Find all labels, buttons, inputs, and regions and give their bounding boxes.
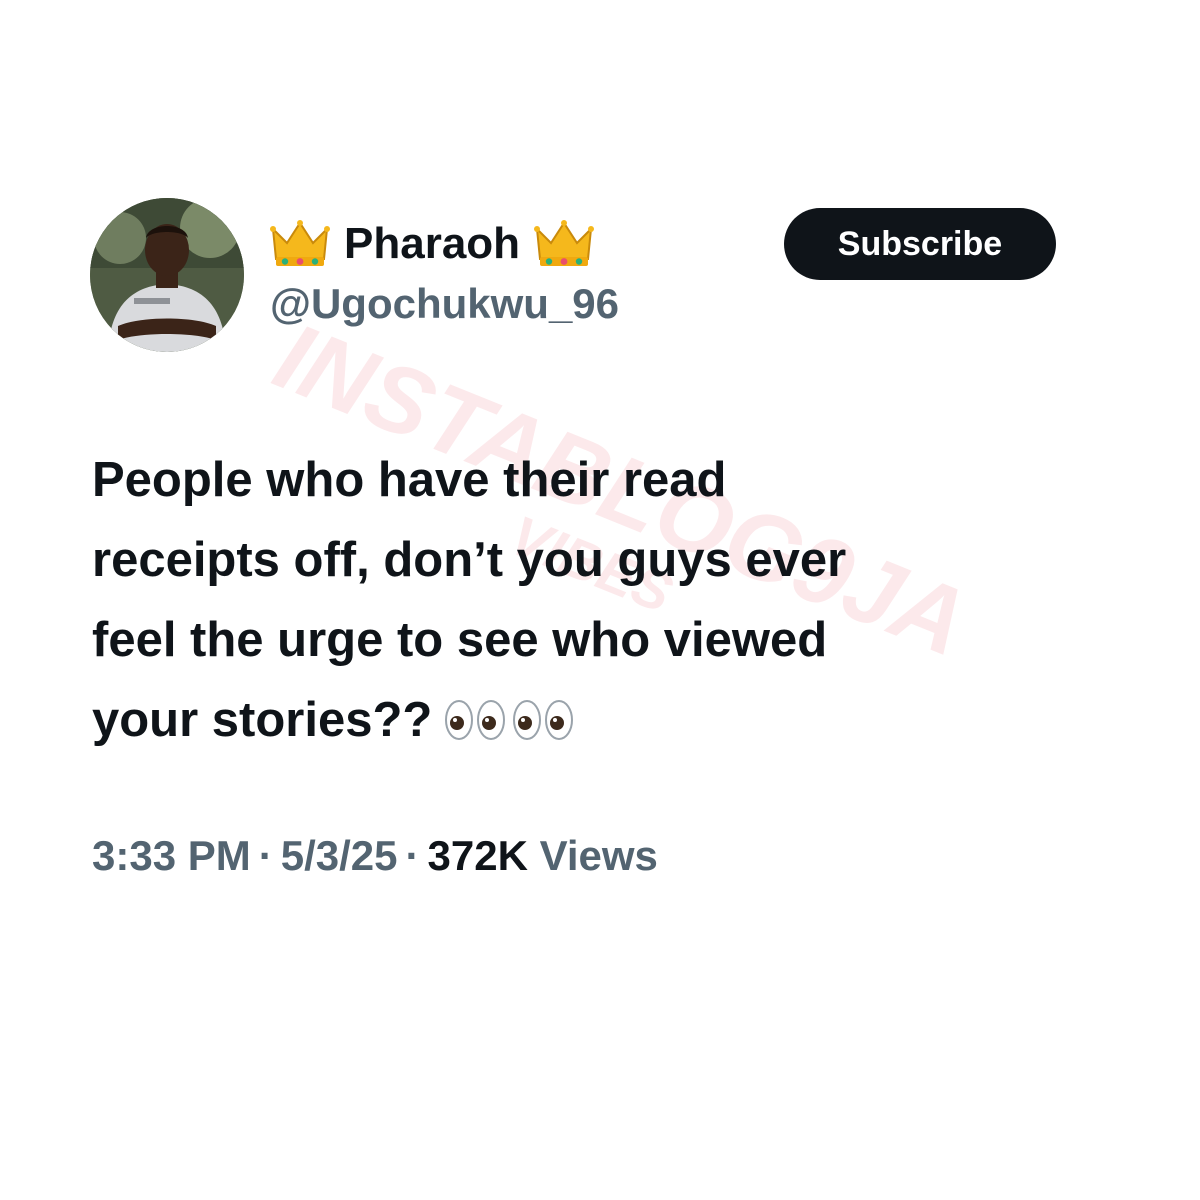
tweet-date[interactable]: 5/3/25	[281, 832, 398, 879]
display-name-text: Pharaoh	[344, 219, 521, 268]
tweet-line: feel the urge to see who viewed	[92, 613, 828, 667]
meta-separator: ·	[258, 832, 273, 879]
profile-photo-icon	[90, 198, 244, 352]
eyes-emoji-group	[444, 698, 574, 742]
tweet-time[interactable]: 3:33 PM	[92, 832, 251, 879]
tweet-line: receipts off, don’t you guys ever	[92, 533, 847, 587]
views-label: Views	[539, 832, 658, 879]
meta-separator: ·	[405, 832, 420, 879]
crown-icon	[534, 219, 595, 269]
views-count: 372K	[427, 832, 528, 879]
tweet-text: People who have their read receipts off,…	[92, 440, 1092, 760]
user-handle[interactable]: @Ugochukwu_96	[270, 283, 619, 325]
tweet-meta: 3:33 PM · 5/3/25 · 372K Views	[92, 832, 658, 880]
tweet-line-last: your stories??	[92, 680, 1092, 760]
avatar[interactable]	[90, 198, 244, 352]
tweet-line: your stories??	[92, 693, 433, 747]
subscribe-button[interactable]: Subscribe	[784, 208, 1056, 280]
tweet-line: People who have their read	[92, 453, 727, 507]
display-name[interactable]: Pharaoh	[270, 212, 595, 276]
eyes-icon	[444, 698, 506, 742]
eyes-icon	[512, 698, 574, 742]
crown-icon	[270, 219, 330, 269]
